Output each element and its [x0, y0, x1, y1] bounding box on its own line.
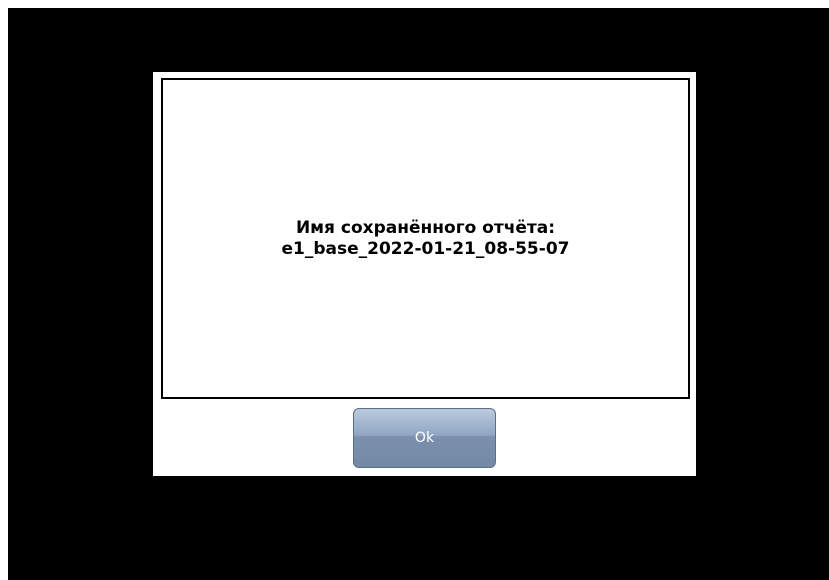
ok-button[interactable]: Ok — [353, 408, 496, 468]
report-filename: e1_base_2022-01-21_08-55-07 — [281, 238, 570, 259]
message-box: Имя сохранённого отчёта: e1_base_2022-01… — [161, 78, 690, 399]
ok-button-label: Ok — [414, 430, 435, 446]
message-title: Имя сохранённого отчёта: — [295, 217, 556, 238]
